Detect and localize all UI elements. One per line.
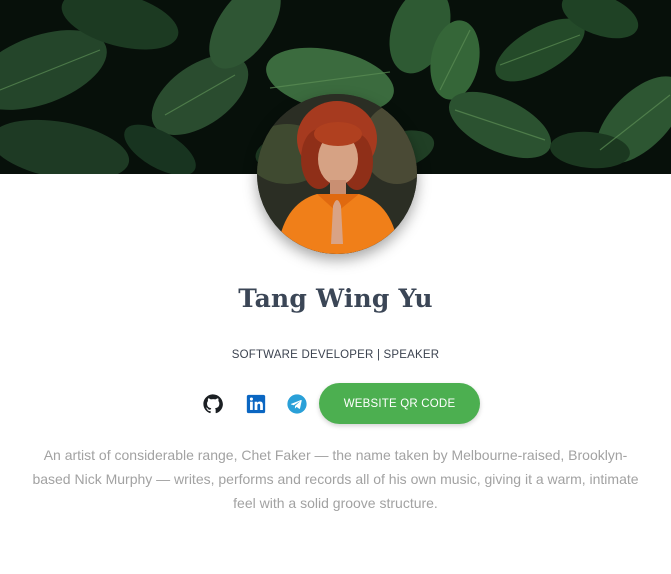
telegram-icon xyxy=(287,394,307,414)
profile-card: Tang Wing Yu SOFTWARE DEVELOPER | SPEAKE… xyxy=(0,0,671,574)
profile-name: Tang Wing Yu xyxy=(238,284,433,313)
linkedin-link[interactable] xyxy=(245,393,267,415)
telegram-link[interactable] xyxy=(286,393,308,415)
github-icon xyxy=(203,394,223,414)
avatar xyxy=(257,94,417,254)
social-links: WEBSITE QR CODE xyxy=(0,383,671,425)
website-qr-code-button[interactable]: WEBSITE QR CODE xyxy=(319,383,480,424)
github-link[interactable] xyxy=(202,393,224,415)
linkedin-icon xyxy=(246,394,266,414)
profile-role: SOFTWARE DEVELOPER | SPEAKER xyxy=(231,349,440,361)
profile-bio: An artist of considerable range, Chet Fa… xyxy=(32,447,639,511)
